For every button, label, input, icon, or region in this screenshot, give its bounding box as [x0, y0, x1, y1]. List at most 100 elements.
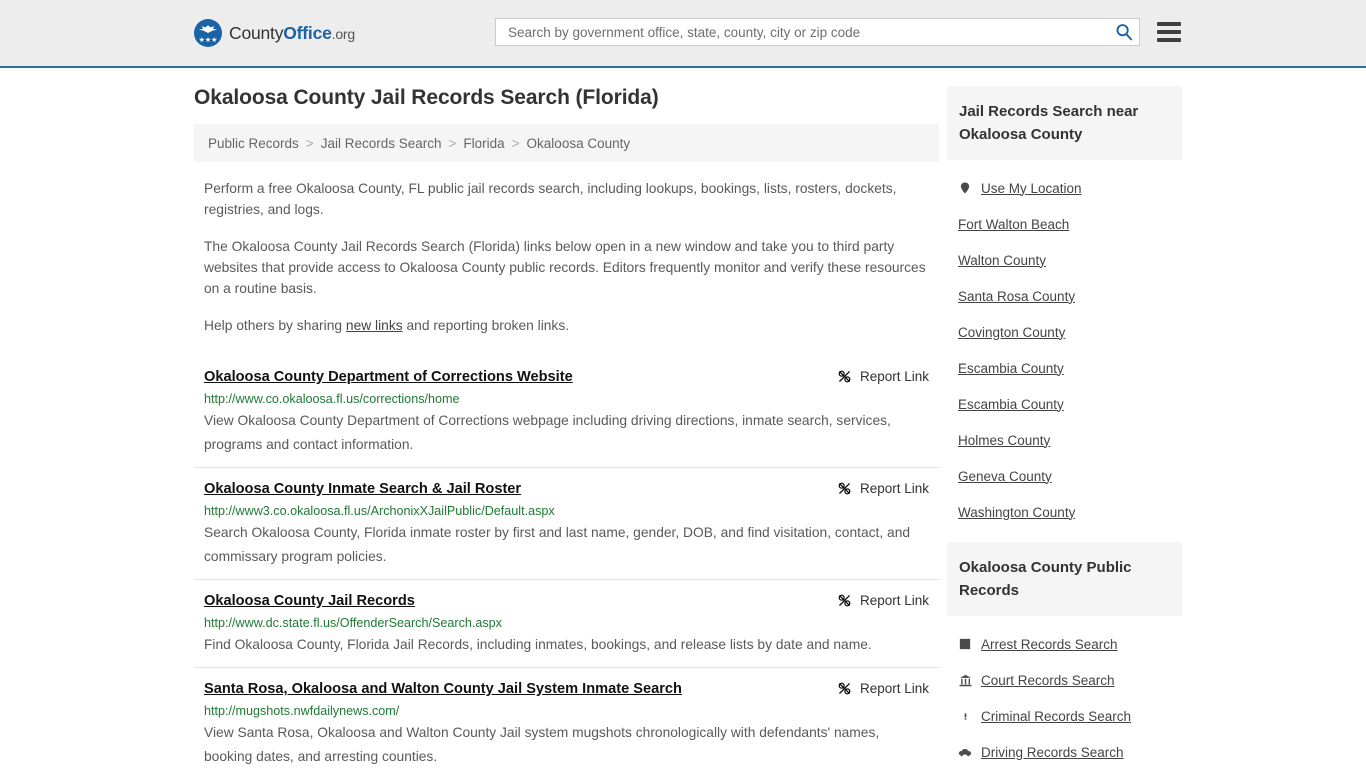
sidebar-link-label[interactable]: Washington County [958, 505, 1075, 520]
hamburger-menu-icon[interactable] [1157, 22, 1181, 42]
intro-paragraph-1: Perform a free Okaloosa County, FL publi… [204, 181, 897, 217]
sidebar-item-use-my-location[interactable]: Use My Location [947, 170, 1182, 206]
search-icon[interactable] [1115, 23, 1133, 41]
report-link-label: Report Link [859, 369, 929, 384]
car-glyph [958, 748, 972, 757]
intro-p3-before: Help others by sharing [204, 318, 346, 333]
page-body: Okaloosa County Jail Records Search (Flo… [0, 68, 1366, 768]
sidebar-link-label[interactable]: Court Records Search [981, 673, 1115, 688]
results-list: Okaloosa County Department of Correction… [194, 356, 939, 768]
sidebar-link-label[interactable]: Escambia County [958, 397, 1064, 412]
report-link-label: Report Link [859, 681, 929, 696]
sidebar-link-label[interactable]: Fort Walton Beach [958, 217, 1069, 232]
sidebar: Jail Records Search near Okaloosa County… [947, 86, 1182, 768]
report-link-label: Report Link [859, 481, 929, 496]
sidebar-item-santa-rosa-county[interactable]: Santa Rosa County [947, 278, 1182, 314]
result-title-link[interactable]: Santa Rosa, Okaloosa and Walton County J… [204, 680, 682, 698]
result-url[interactable]: http://www3.co.okaloosa.fl.us/ArchonixXJ… [204, 503, 929, 519]
breadcrumb-item-jail-records-search[interactable]: Jail Records Search [321, 136, 442, 151]
filled-square-glyph [959, 638, 971, 650]
intro-paragraph-3: Help others by sharing new links and rep… [204, 315, 929, 336]
sidebar-nearby-list: Use My Location Fort Walton Beach Walton… [947, 160, 1182, 530]
breadcrumb-item-florida[interactable]: Florida [463, 136, 504, 151]
result-header: Okaloosa County Jail Records Report Link [204, 592, 929, 610]
result-title-link[interactable]: Okaloosa County Jail Records [204, 592, 415, 610]
sidebar-item-criminal-records-search[interactable]: Criminal Records Search [947, 698, 1182, 734]
map-pin-glyph [960, 182, 970, 194]
sidebar-item-driving-records-search[interactable]: Driving Records Search [947, 734, 1182, 768]
search-glyph [1116, 24, 1133, 41]
logo-wordmark: CountyOffice.org [229, 23, 355, 44]
result-url[interactable]: http://www.dc.state.fl.us/OffenderSearch… [204, 615, 929, 631]
sidebar-item-fort-walton-beach[interactable]: Fort Walton Beach [947, 206, 1182, 242]
breadcrumb-item-public-records[interactable]: Public Records [208, 136, 299, 151]
hamburger-bar-2 [1157, 30, 1181, 34]
intro-paragraph-2: The Okaloosa County Jail Records Search … [204, 239, 926, 296]
sidebar-link-label[interactable]: Geneva County [958, 469, 1052, 484]
search-input[interactable] [508, 24, 1115, 40]
result-description: Search Okaloosa County, Florida inmate r… [204, 525, 911, 564]
sidebar-link-label[interactable]: Driving Records Search [981, 745, 1124, 760]
report-link-button[interactable]: Report Link [837, 480, 929, 496]
breadcrumb-separator: > [305, 135, 314, 151]
hamburger-bar-1 [1157, 22, 1181, 26]
sidebar-block-public-records: Okaloosa County Public Records Arrest Re… [947, 542, 1182, 768]
sidebar-block-nearby: Jail Records Search near Okaloosa County… [947, 86, 1182, 530]
result-header: Okaloosa County Department of Correction… [204, 368, 929, 386]
breadcrumb-item-okaloosa-county[interactable]: Okaloosa County [527, 136, 631, 151]
sidebar-item-walton-county[interactable]: Walton County [947, 242, 1182, 278]
main-column: Okaloosa County Jail Records Search (Flo… [194, 86, 939, 768]
sidebar-item-court-records-search[interactable]: Court Records Search [947, 662, 1182, 698]
search-box[interactable] [495, 18, 1140, 46]
sidebar-item-covington-county[interactable]: Covington County [947, 314, 1182, 350]
new-links-link[interactable]: new links [346, 318, 403, 333]
result-header: Okaloosa County Inmate Search & Jail Ros… [204, 480, 929, 498]
broken-link-icon [838, 682, 851, 695]
result-description: Find Okaloosa County, Florida Jail Recor… [204, 637, 872, 652]
sidebar-public-records-list: Arrest Records Search Court Records Sear… [947, 616, 1182, 768]
result-url[interactable]: http://mugshots.nwfdailynews.com/ [204, 703, 929, 719]
sidebar-link-label[interactable]: Use My Location [981, 181, 1082, 196]
result-item: Okaloosa County Inmate Search & Jail Ros… [194, 467, 939, 579]
sidebar-link-label[interactable]: Covington County [958, 325, 1065, 340]
report-link-button[interactable]: Report Link [837, 368, 929, 384]
logo-text-tld: .org [331, 25, 356, 42]
result-item: Okaloosa County Department of Correction… [194, 356, 939, 467]
sidebar-link-label[interactable]: Santa Rosa County [958, 289, 1075, 304]
sidebar-link-label[interactable]: Arrest Records Search [981, 637, 1118, 652]
sidebar-link-label[interactable]: Criminal Records Search [981, 709, 1131, 724]
fingerprint-square-icon [958, 637, 972, 651]
logo-text-county: County [229, 22, 284, 43]
courthouse-icon [958, 673, 972, 687]
sidebar-link-label[interactable]: Walton County [958, 253, 1046, 268]
header-search-area [495, 18, 1181, 46]
result-item: Santa Rosa, Okaloosa and Walton County J… [194, 667, 939, 768]
report-link-button[interactable]: Report Link [837, 592, 929, 608]
sidebar-item-washington-county[interactable]: Washington County [947, 494, 1182, 530]
exclamation-glyph [964, 712, 966, 720]
sidebar-link-label[interactable]: Holmes County [958, 433, 1050, 448]
result-title-link[interactable]: Okaloosa County Inmate Search & Jail Ros… [204, 480, 521, 498]
exclamation-icon [958, 709, 972, 723]
intro-p3-after: and reporting broken links. [402, 318, 570, 333]
sidebar-link-label[interactable]: Escambia County [958, 361, 1064, 376]
intro-section: Perform a free Okaloosa County, FL publi… [194, 178, 939, 336]
sidebar-heading-nearby: Jail Records Search near Okaloosa County [947, 86, 1182, 160]
sidebar-item-holmes-county[interactable]: Holmes County [947, 422, 1182, 458]
breadcrumb: Public Records > Jail Records Search > F… [194, 124, 939, 162]
sidebar-item-arrest-records-search[interactable]: Arrest Records Search [947, 626, 1182, 662]
sidebar-item-geneva-county[interactable]: Geneva County [947, 458, 1182, 494]
car-icon [958, 745, 972, 759]
site-logo[interactable]: ★★★ CountyOffice.org [194, 19, 355, 47]
report-link-button[interactable]: Report Link [837, 680, 929, 696]
result-url[interactable]: http://www.co.okaloosa.fl.us/corrections… [204, 391, 929, 407]
sidebar-item-escambia-county-1[interactable]: Escambia County [947, 350, 1182, 386]
report-link-label: Report Link [859, 593, 929, 608]
result-title-link[interactable]: Okaloosa County Department of Correction… [204, 368, 573, 386]
broken-link-icon [838, 594, 851, 607]
sidebar-heading-public-records: Okaloosa County Public Records [947, 542, 1182, 616]
eagle-glyph [199, 25, 217, 33]
sidebar-item-escambia-county-2[interactable]: Escambia County [947, 386, 1182, 422]
three-stars-glyph: ★★★ [198, 37, 218, 44]
courthouse-glyph [959, 674, 971, 686]
